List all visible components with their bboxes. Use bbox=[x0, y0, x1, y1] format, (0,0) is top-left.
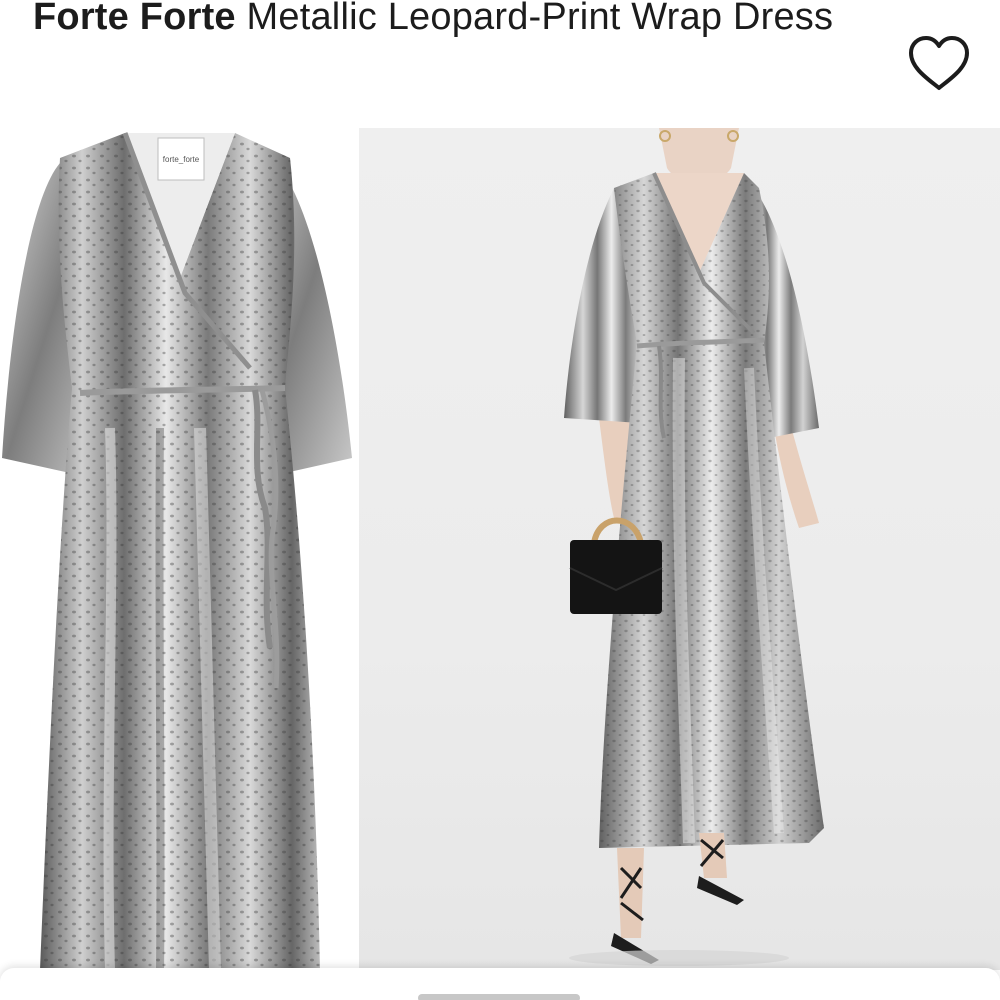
sheet-drag-handle[interactable] bbox=[418, 994, 580, 1000]
model-illustration bbox=[564, 128, 824, 966]
product-title: Forte Forte Metallic Leopard-Print Wrap … bbox=[33, 0, 893, 48]
product-name: Metallic Leopard-Print Wrap Dress bbox=[246, 0, 834, 38]
product-brand[interactable]: Forte Forte bbox=[33, 0, 236, 38]
heart-outline-icon bbox=[909, 36, 969, 90]
dress-flat-illustration: forte_forte bbox=[2, 132, 352, 970]
product-image-flat[interactable]: forte_forte bbox=[0, 128, 357, 970]
bottom-sheet[interactable] bbox=[0, 968, 1000, 1000]
product-image-model[interactable] bbox=[359, 128, 1000, 970]
garment-label-text: forte_forte bbox=[163, 155, 200, 164]
product-page: Forte Forte Metallic Leopard-Print Wrap … bbox=[0, 0, 1000, 1000]
favorite-button[interactable] bbox=[906, 34, 972, 94]
